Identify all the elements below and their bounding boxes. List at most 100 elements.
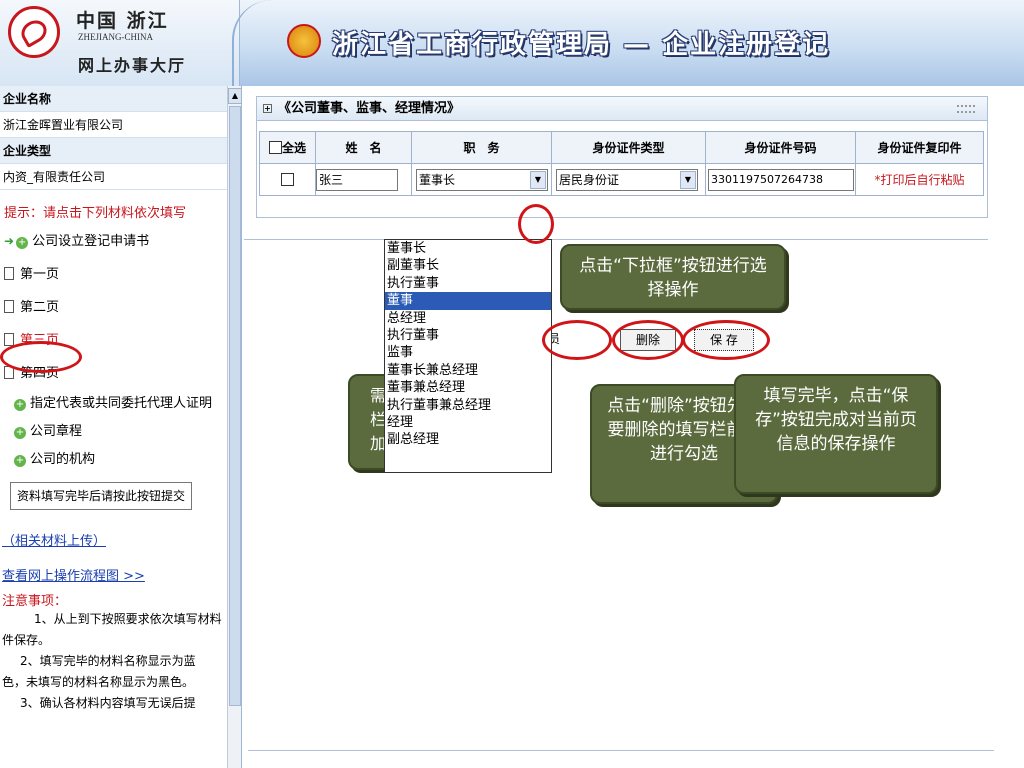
row-checkbox[interactable] [281, 172, 294, 186]
company-type-value: 内资_有限责任公司 [0, 164, 241, 190]
name-input[interactable]: 张三 [316, 168, 398, 191]
panel-title: + 《公司董事、监事、经理情况》 [257, 97, 987, 121]
plus-icon: + [16, 237, 29, 249]
position-cell: 董事长 ▼ [411, 163, 552, 196]
save-highlight-circle [682, 320, 770, 360]
id-type-cell: 居民身份证 ▼ [551, 163, 706, 196]
id-number-input[interactable]: 330119750726473​8 [708, 168, 854, 191]
table-row: 张三 董事长 ▼ 居民身份证 ▼ 330119750726473​8 *打印后自行粘… [259, 163, 984, 196]
dropdown-option[interactable]: 经理 [385, 414, 551, 431]
company-name-label: 企业名称 [0, 86, 241, 112]
logo-subtitle: 网上办事大厅 [78, 56, 187, 75]
id-type-header: 身份证件类型 [551, 131, 706, 164]
select-all-label: 全选 [281, 141, 306, 155]
directors-table: 全选 姓 名 职 务 身份证件类型 身份证件号码 身份证件复印件 张三 董事长 ▼… [259, 131, 984, 196]
position-select-value: 董事长 [419, 172, 456, 187]
sidebar-item-label: 公司章程 [30, 424, 83, 439]
dropdown-option[interactable]: 监事 [385, 344, 551, 361]
page3-highlight-circle [0, 341, 82, 373]
sidebar-item-page1[interactable]: 第一页 [0, 258, 241, 291]
sidebar-item-label: 指定代表或共同委托代理人证明 [30, 396, 213, 411]
dropdown-option[interactable]: 副董事长 [385, 257, 551, 274]
expand-icon[interactable]: + [263, 104, 272, 113]
bureau-emblem-icon [287, 24, 321, 58]
directors-panel: + 《公司董事、监事、经理情况》 全选 姓 名 职 务 身份证件类型 身份证件号码… [256, 96, 988, 218]
id-type-select[interactable]: 居民身份证 ▼ [556, 168, 698, 191]
row-select-cell [259, 163, 316, 196]
plus-icon: + [14, 455, 26, 467]
panel-title-text: 《公司董事、监事、经理情况》 [278, 101, 461, 116]
header: 中国 浙江 ZHEJIANG-CHINA 网上办事大厅 浙江省工商行政管理局 —… [0, 0, 1024, 86]
submit-materials-button[interactable]: 资料填写完毕后请按此按钮提交 [10, 482, 193, 510]
sidebar-item-page2[interactable]: 第二页 [0, 291, 241, 324]
sidebar-item-label: 公司的机构 [30, 452, 96, 467]
sidebar-item-label: 第一页 [20, 267, 60, 282]
dropdown-option[interactable]: 副总经理 [385, 431, 551, 448]
note-line: 件保存。 [2, 633, 51, 647]
logo-english: ZHEJIANG-CHINA [78, 32, 153, 42]
sidebar-item-label: 公司设立登记申请书 [32, 234, 150, 249]
dropdown-option[interactable]: 董事长 [385, 240, 551, 257]
plus-icon: + [14, 427, 26, 439]
sidebar-item-application[interactable]: ➜ + 公司设立登记申请书 [0, 225, 241, 258]
arrow-right-icon: ➜ [4, 234, 15, 248]
dropdown-tip-callout: 点击“下拉框”按钮进行选择操作 [560, 244, 786, 310]
sidebar-item-agent-certificate[interactable]: + 指定代表或共同委托代理人证明 [0, 390, 241, 418]
plus-icon: + [14, 399, 26, 411]
page-icon [4, 300, 14, 313]
page: 中国 浙江 ZHEJIANG-CHINA 网上办事大厅 浙江省工商行政管理局 —… [0, 0, 1024, 768]
id-number-header: 身份证件号码 [705, 131, 856, 164]
name-cell: 张三 [315, 163, 412, 196]
position-select[interactable]: 董事长 ▼ [416, 168, 548, 191]
dropdown-highlight-circle [518, 204, 554, 244]
id-copy-note: *打印后自行粘贴 [855, 163, 984, 196]
chevron-down-icon[interactable]: ▼ [680, 170, 696, 189]
sidebar-scrollbar[interactable]: ▲ [227, 86, 242, 768]
dropdown-option[interactable]: 执行董事 [385, 327, 551, 344]
chevron-down-icon[interactable]: ▼ [530, 170, 546, 189]
logo-panel: 中国 浙江 ZHEJIANG-CHINA 网上办事大厅 [0, 0, 240, 86]
sidebar-item-label: 第二页 [20, 300, 60, 315]
position-header: 职 务 [411, 131, 552, 164]
position-dropdown-list[interactable]: 董事长 副董事长 执行董事 董事 总经理 执行董事 监事 董事长兼总经理 董事兼总经理 执行董事兼… [384, 239, 552, 473]
name-header: 姓 名 [315, 131, 412, 164]
page-icon [4, 333, 14, 346]
scrollbar-thumb[interactable] [229, 106, 241, 706]
scroll-up-icon[interactable]: ▲ [228, 88, 242, 104]
sidebar-item-articles[interactable]: + 公司章程 [0, 418, 241, 446]
note-line: 3、确认各材料内容填写无误后提 [20, 696, 196, 710]
page-title: 浙江省工商行政管理局 — 企业注册登记 [332, 30, 831, 60]
divider-line [244, 239, 988, 240]
logo-title: 中国 浙江 [76, 10, 169, 32]
note-line: 2、填写完毕的材料名称显示为蓝 [20, 654, 196, 668]
dropdown-option[interactable]: 董事长兼总经理 [385, 362, 551, 379]
upload-materials-link[interactable]: （相关材料上传） [0, 530, 241, 549]
id-type-select-value: 居民身份证 [559, 172, 620, 187]
select-all-checkbox[interactable] [268, 141, 282, 154]
zhejiang-logo-icon [8, 6, 60, 58]
bottom-border [248, 750, 994, 752]
dropdown-option[interactable]: 董事 [385, 292, 551, 310]
grip-icon [957, 105, 975, 113]
id-copy-header: 身份证件复印件 [855, 131, 984, 164]
page-icon [4, 267, 14, 280]
company-type-label: 企业类型 [0, 138, 241, 164]
save-tip-callout: 填写完毕，点击“保存”按钮完成对当前页信息的保存操作 [734, 374, 938, 494]
table-header-row: 全选 姓 名 职 务 身份证件类型 身份证件号码 身份证件复印件 [259, 131, 984, 164]
notes-title: 注意事项： [2, 594, 68, 609]
sidebar-item-organization[interactable]: + 公司的机构 [0, 446, 241, 474]
note-line: 色，未填写的材料名称显示为黑色。 [2, 675, 195, 689]
note-line: 1、从上到下按照要求依次填写材料 [34, 612, 222, 626]
add-highlight-circle [542, 320, 612, 360]
dropdown-option[interactable]: 执行董事 [385, 275, 551, 292]
dropdown-option[interactable]: 总经理 [385, 310, 551, 327]
sidebar-hint: 提示：请点击下列材料依次填写 [4, 206, 187, 221]
id-number-cell: 330119750726473​8 [705, 163, 856, 196]
dropdown-option[interactable]: 执行董事兼总经理 [385, 397, 551, 414]
dropdown-option[interactable]: 董事兼总经理 [385, 379, 551, 396]
company-name-value: 浙江金晖置业有限公司 [0, 112, 241, 138]
select-all-header[interactable]: 全选 [259, 131, 316, 164]
flowchart-link[interactable]: 查看网上操作流程图 >> [0, 565, 241, 584]
sidebar: 企业名称 浙江金晖置业有限公司 企业类型 内资_有限责任公司 提示：请点击下列材… [0, 86, 242, 768]
delete-highlight-circle [612, 320, 684, 360]
